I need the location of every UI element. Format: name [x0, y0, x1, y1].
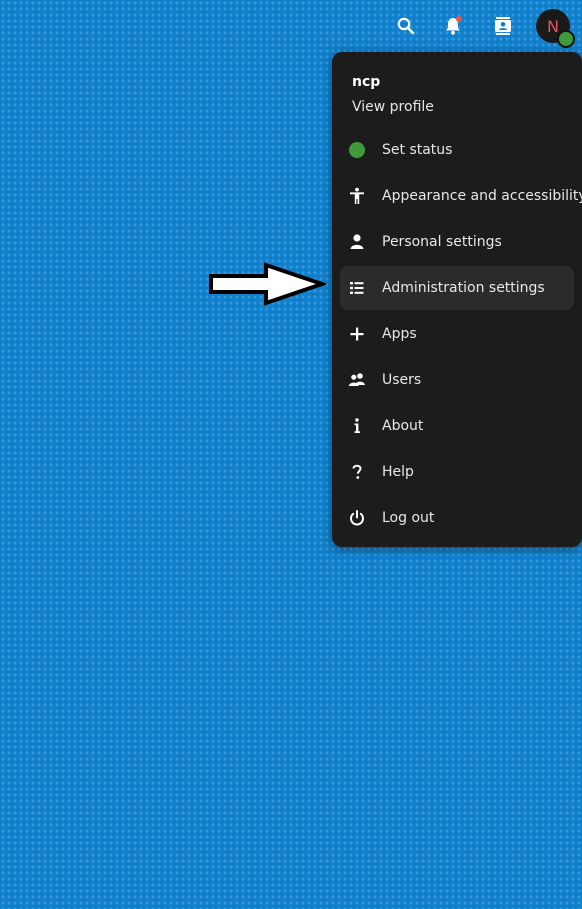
menu-item-set-status[interactable]: Set status [340, 128, 574, 172]
annotation-arrow-icon [208, 262, 329, 310]
menu-item-label: Users [382, 372, 422, 388]
view-profile-link[interactable]: View profile [352, 97, 562, 117]
search-icon[interactable] [391, 11, 421, 41]
menu-item-label: Set status [382, 142, 453, 158]
menu-item-label: Help [382, 464, 414, 480]
menu-item-about[interactable]: About [340, 404, 574, 448]
users-icon [348, 371, 366, 389]
menu-item-appearance[interactable]: Appearance and accessibility [340, 174, 582, 218]
contacts-icon[interactable] [488, 11, 518, 41]
help-icon [348, 463, 366, 481]
notification-dot [456, 16, 462, 22]
menu-item-label: Appearance and accessibility [382, 188, 582, 204]
person-icon [348, 233, 366, 251]
menu-item-label: Log out [382, 510, 435, 526]
avatar-status-indicator [557, 30, 575, 48]
menu-item-personal-settings[interactable]: Personal settings [340, 220, 574, 264]
power-icon [348, 509, 366, 527]
plus-icon [348, 325, 366, 343]
top-bar: N [0, 0, 582, 52]
info-icon [348, 417, 366, 435]
menu-item-label: Administration settings [382, 280, 545, 296]
menu-item-apps[interactable]: Apps [340, 312, 574, 356]
menu-item-label: About [382, 418, 424, 434]
accessibility-icon [348, 187, 366, 205]
bell-icon[interactable] [438, 11, 468, 41]
menu-item-help[interactable]: Help [340, 450, 574, 494]
profile-name: ncp [352, 74, 381, 90]
menu-item-administration-settings[interactable]: Administration settings [340, 266, 574, 310]
menu-item-users[interactable]: Users [340, 358, 574, 402]
menu-item-log-out[interactable]: Log out [340, 496, 574, 540]
list-icon [348, 279, 366, 297]
status-online-dot [349, 142, 365, 158]
menu-item-label: Apps [382, 326, 417, 342]
menu-item-label: Personal settings [382, 234, 502, 250]
avatar-initial: N [547, 16, 559, 36]
status-dot-icon [348, 141, 366, 159]
user-menu: ncp View profile Set status Appearance a… [332, 52, 582, 547]
avatar[interactable]: N [536, 9, 575, 48]
profile-block: ncp View profile [332, 52, 582, 128]
